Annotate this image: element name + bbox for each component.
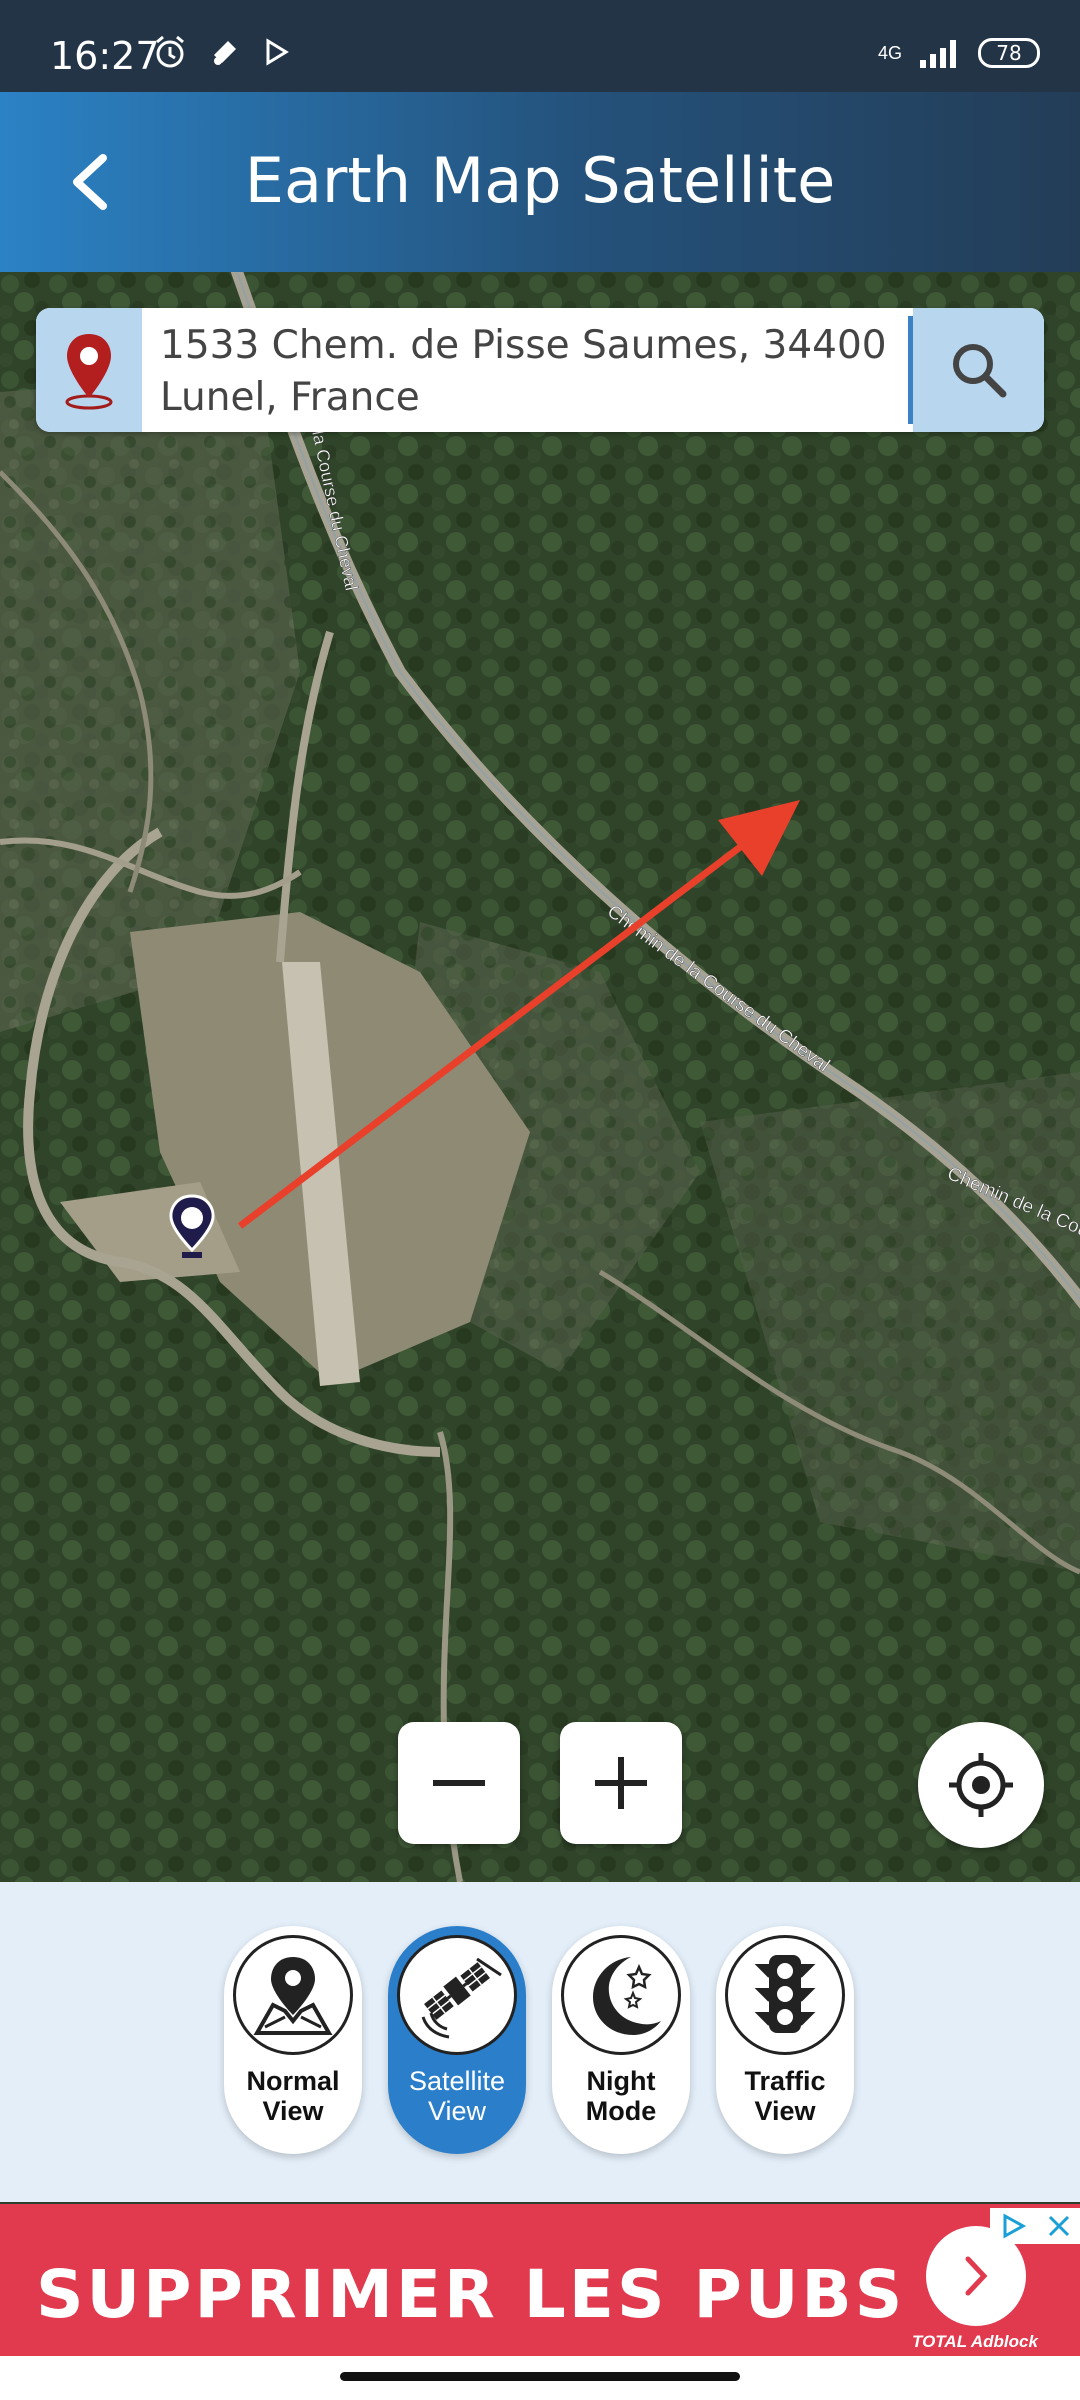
night-mode-button[interactable]: Night Mode — [552, 1926, 690, 2154]
normal-view-button[interactable]: Normal View — [224, 1926, 362, 2154]
ad-text: SUPPRIMER LES PUBS — [36, 2256, 906, 2333]
ad-controls[interactable] — [990, 2208, 1080, 2244]
close-icon[interactable] — [1046, 2213, 1072, 2239]
notification-icon — [214, 41, 236, 65]
location-pin-button[interactable] — [36, 308, 142, 432]
traffic-light-icon — [725, 1935, 845, 2055]
battery-icon: 78 — [978, 38, 1040, 68]
status-bar: 16:27 4G 78 — [0, 0, 1080, 92]
search-button[interactable] — [913, 308, 1044, 432]
location-pin-icon — [65, 334, 113, 410]
search-input[interactable]: 1533 Chem. de Pisse Saumes, 34400 Lunel,… — [160, 320, 930, 424]
chevron-right-icon — [965, 2256, 988, 2296]
map-mode-panel: Normal View Satellite View Night Mode Traff… — [0, 1882, 1080, 2202]
ad-brand: TOTAL Adblock — [912, 2332, 1038, 2351]
traffic-view-label: Traffic View — [744, 2066, 826, 2126]
zoom-in-button[interactable] — [560, 1722, 682, 1844]
alarm-icon — [156, 35, 184, 68]
home-gesture-handle[interactable] — [340, 2372, 740, 2381]
satellite-icon — [397, 1935, 517, 2055]
signal-icon — [920, 40, 956, 68]
satellite-view-button[interactable]: Satellite View — [388, 1926, 526, 2154]
minus-icon — [433, 1780, 485, 1786]
search-bar: 1533 Chem. de Pisse Saumes, 34400 Lunel,… — [36, 308, 1044, 432]
night-mode-label: Night Mode — [585, 2066, 657, 2126]
network-type: 4G — [877, 42, 902, 63]
plus-icon — [595, 1757, 647, 1809]
app-bar: Earth Map Satellite — [0, 92, 1080, 272]
traffic-view-button[interactable]: Traffic View — [716, 1926, 854, 2154]
zoom-out-button[interactable] — [398, 1722, 520, 1844]
normal-view-label: Normal View — [246, 2066, 340, 2126]
my-location-button[interactable] — [918, 1722, 1044, 1848]
app-title: Earth Map Satellite — [244, 144, 836, 217]
satellite-map[interactable]: la Course du Cheval Chemin de la Course … — [0, 272, 1080, 1882]
status-time: 16:27 — [50, 34, 160, 78]
status-icons-left — [152, 34, 292, 70]
search-icon — [952, 344, 1006, 398]
play-store-icon — [266, 38, 289, 66]
moon-stars-icon — [561, 1935, 681, 2055]
my-location-icon — [949, 1753, 1013, 1817]
ad-banner[interactable]: SUPPRIMER LES PUBS TOTAL Adblock — [0, 2204, 1080, 2356]
ad-choices-icon[interactable] — [999, 2212, 1029, 2240]
back-arrow-icon — [73, 154, 107, 210]
back-button[interactable] — [50, 142, 130, 222]
status-right: 4G 78 — [878, 38, 1040, 68]
map-imagery[interactable]: la Course du Cheval Chemin de la Course … — [0, 272, 1080, 1882]
satellite-view-label: Satellite View — [408, 2066, 506, 2126]
map-pin-icon — [233, 1935, 353, 2055]
